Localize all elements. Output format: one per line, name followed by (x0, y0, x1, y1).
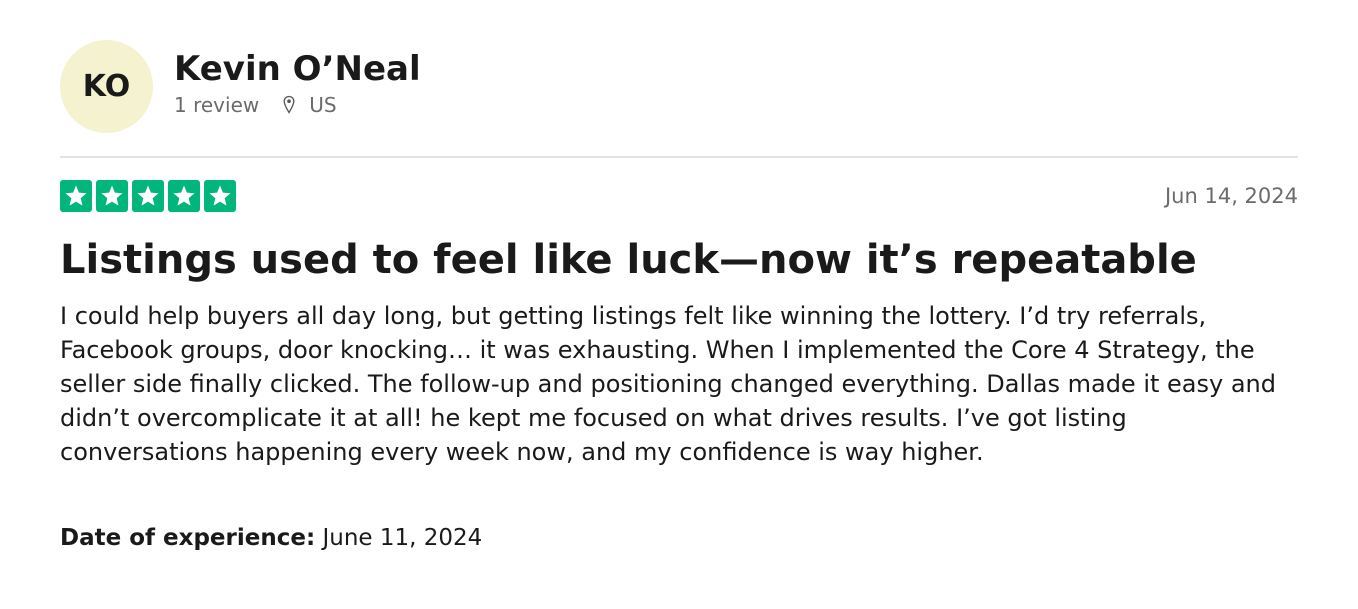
star-rating (60, 180, 236, 212)
reviewer-name[interactable]: Kevin O’Neal (174, 49, 421, 89)
reviewer-country: US (309, 92, 337, 117)
review-card: KO Kevin O’Neal 1 review US Jun 14, 2024… (60, 40, 1298, 551)
avatar-initials: KO (82, 69, 131, 104)
experience-date: June 11, 2024 (322, 525, 483, 551)
star-icon (132, 180, 164, 212)
review-date: Jun 14, 2024 (1164, 184, 1298, 208)
reviewer-meta: 1 review US (174, 93, 421, 117)
star-icon (168, 180, 200, 212)
divider (60, 156, 1298, 158)
star-icon (96, 180, 128, 212)
date-of-experience: Date of experience: June 11, 2024 (60, 525, 482, 551)
rating-row: Jun 14, 2024 (60, 180, 1298, 212)
reviewer-header: KO Kevin O’Neal 1 review US (60, 40, 1298, 133)
star-icon (60, 180, 92, 212)
avatar[interactable]: KO (60, 40, 153, 133)
location-pin-icon (283, 95, 295, 115)
review-title[interactable]: Listings used to feel like luck—now it’s… (60, 236, 1197, 284)
star-icon (204, 180, 236, 212)
review-body: I could help buyers all day long, but ge… (60, 302, 1276, 466)
experience-label: Date of experience: (60, 525, 316, 551)
review-count[interactable]: 1 review (174, 93, 259, 117)
reviewer-info: Kevin O’Neal 1 review US (174, 49, 421, 117)
